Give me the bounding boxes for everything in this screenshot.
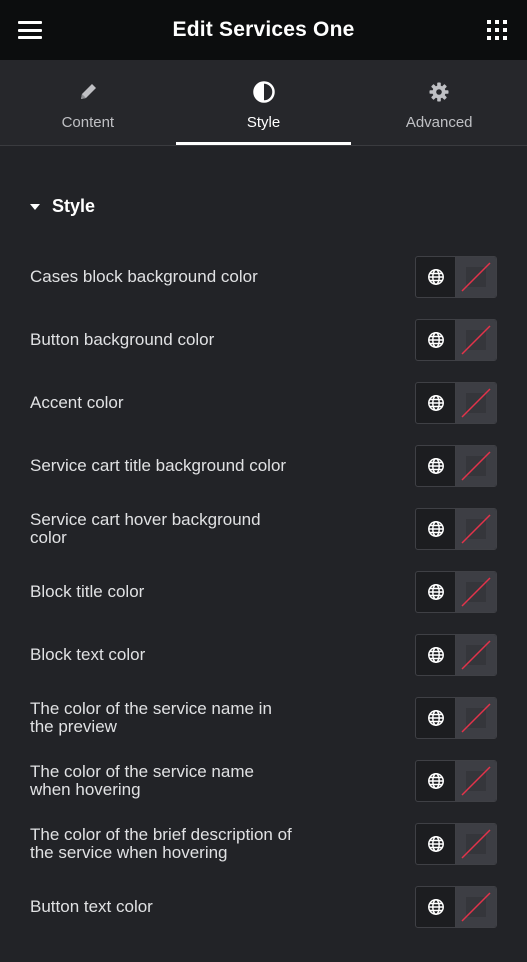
color-picker-control: [415, 445, 497, 487]
tab-advanced-label: Advanced: [405, 114, 473, 131]
globe-icon[interactable]: [416, 446, 456, 486]
tab-style-label: Style: [246, 114, 281, 131]
control-label: The color of the service name when hover…: [30, 762, 254, 799]
control-label: The color of the brief description of th…: [30, 825, 292, 862]
hamburger-icon[interactable]: [18, 21, 42, 39]
control-label: Block title color: [30, 582, 145, 601]
pencil-icon: [76, 80, 100, 104]
color-picker-control: [415, 508, 497, 550]
globe-icon[interactable]: [416, 761, 456, 801]
color-picker-control: [415, 886, 497, 928]
control-service-cart-hover-background-color: Service cart hover background color: [30, 508, 497, 550]
globe-icon[interactable]: [416, 698, 456, 738]
control-label: The color of the service name in the pre…: [30, 699, 272, 736]
control-accent-color: Accent color: [30, 382, 497, 424]
color-picker-control: [415, 256, 497, 298]
tab-style[interactable]: Style: [175, 60, 352, 145]
control-block-title-color: Block title color: [30, 571, 497, 613]
gear-icon: [427, 80, 451, 104]
color-picker-control: [415, 319, 497, 361]
control-label: Service cart title background color: [30, 456, 287, 475]
color-swatch-none[interactable]: [456, 887, 496, 927]
color-swatch-none[interactable]: [456, 257, 496, 297]
panel-tabs: Content Style Advanced: [0, 60, 527, 146]
globe-icon[interactable]: [416, 320, 456, 360]
color-swatch-none[interactable]: [456, 761, 496, 801]
control-block-text-color: Block text color: [30, 634, 497, 676]
tab-content[interactable]: Content: [0, 60, 176, 145]
tab-advanced[interactable]: Advanced: [351, 60, 527, 145]
control-cases-block-background-color: Cases block background color: [30, 256, 497, 298]
control-label: Cases block background color: [30, 267, 258, 286]
panel-header: Edit Services One: [0, 0, 527, 60]
color-picker-control: [415, 760, 497, 802]
color-swatch-none[interactable]: [456, 446, 496, 486]
control-label: Button background color: [30, 330, 215, 349]
globe-icon[interactable]: [416, 509, 456, 549]
color-swatch-none[interactable]: [456, 824, 496, 864]
control-service-name-hover-color: The color of the service name when hover…: [30, 760, 497, 802]
color-picker-control: [415, 382, 497, 424]
control-label: Accent color: [30, 393, 124, 412]
color-swatch-none[interactable]: [456, 320, 496, 360]
tab-content-label: Content: [61, 114, 115, 131]
color-picker-control: [415, 697, 497, 739]
globe-icon[interactable]: [416, 572, 456, 612]
half-circle-icon: [252, 80, 276, 104]
color-swatch-none[interactable]: [456, 572, 496, 612]
globe-icon[interactable]: [416, 824, 456, 864]
section-toggle-style[interactable]: Style: [30, 196, 95, 217]
color-picker-control: [415, 634, 497, 676]
globe-icon[interactable]: [416, 887, 456, 927]
control-label: Button text color: [30, 897, 153, 916]
color-swatch-none[interactable]: [456, 509, 496, 549]
color-picker-control: [415, 571, 497, 613]
control-button-background-color: Button background color: [30, 319, 497, 361]
color-swatch-none[interactable]: [456, 383, 496, 423]
globe-icon[interactable]: [416, 257, 456, 297]
control-service-cart-title-background-color: Service cart title background color: [30, 445, 497, 487]
section-title: Style: [52, 196, 96, 216]
control-label: Service cart hover background color: [30, 510, 261, 547]
control-brief-description-hover-color: The color of the brief description of th…: [30, 823, 497, 865]
panel-title: Edit Services One: [172, 18, 355, 41]
globe-icon[interactable]: [416, 383, 456, 423]
grid-icon[interactable]: [487, 20, 507, 40]
color-swatch-none[interactable]: [456, 635, 496, 675]
caret-down-icon: [30, 203, 40, 210]
color-picker-control: [415, 823, 497, 865]
control-label: Block text color: [30, 645, 146, 664]
globe-icon[interactable]: [416, 635, 456, 675]
control-service-name-preview-color: The color of the service name in the pre…: [30, 697, 497, 739]
color-swatch-none[interactable]: [456, 698, 496, 738]
control-button-text-color: Button text color: [30, 886, 497, 928]
